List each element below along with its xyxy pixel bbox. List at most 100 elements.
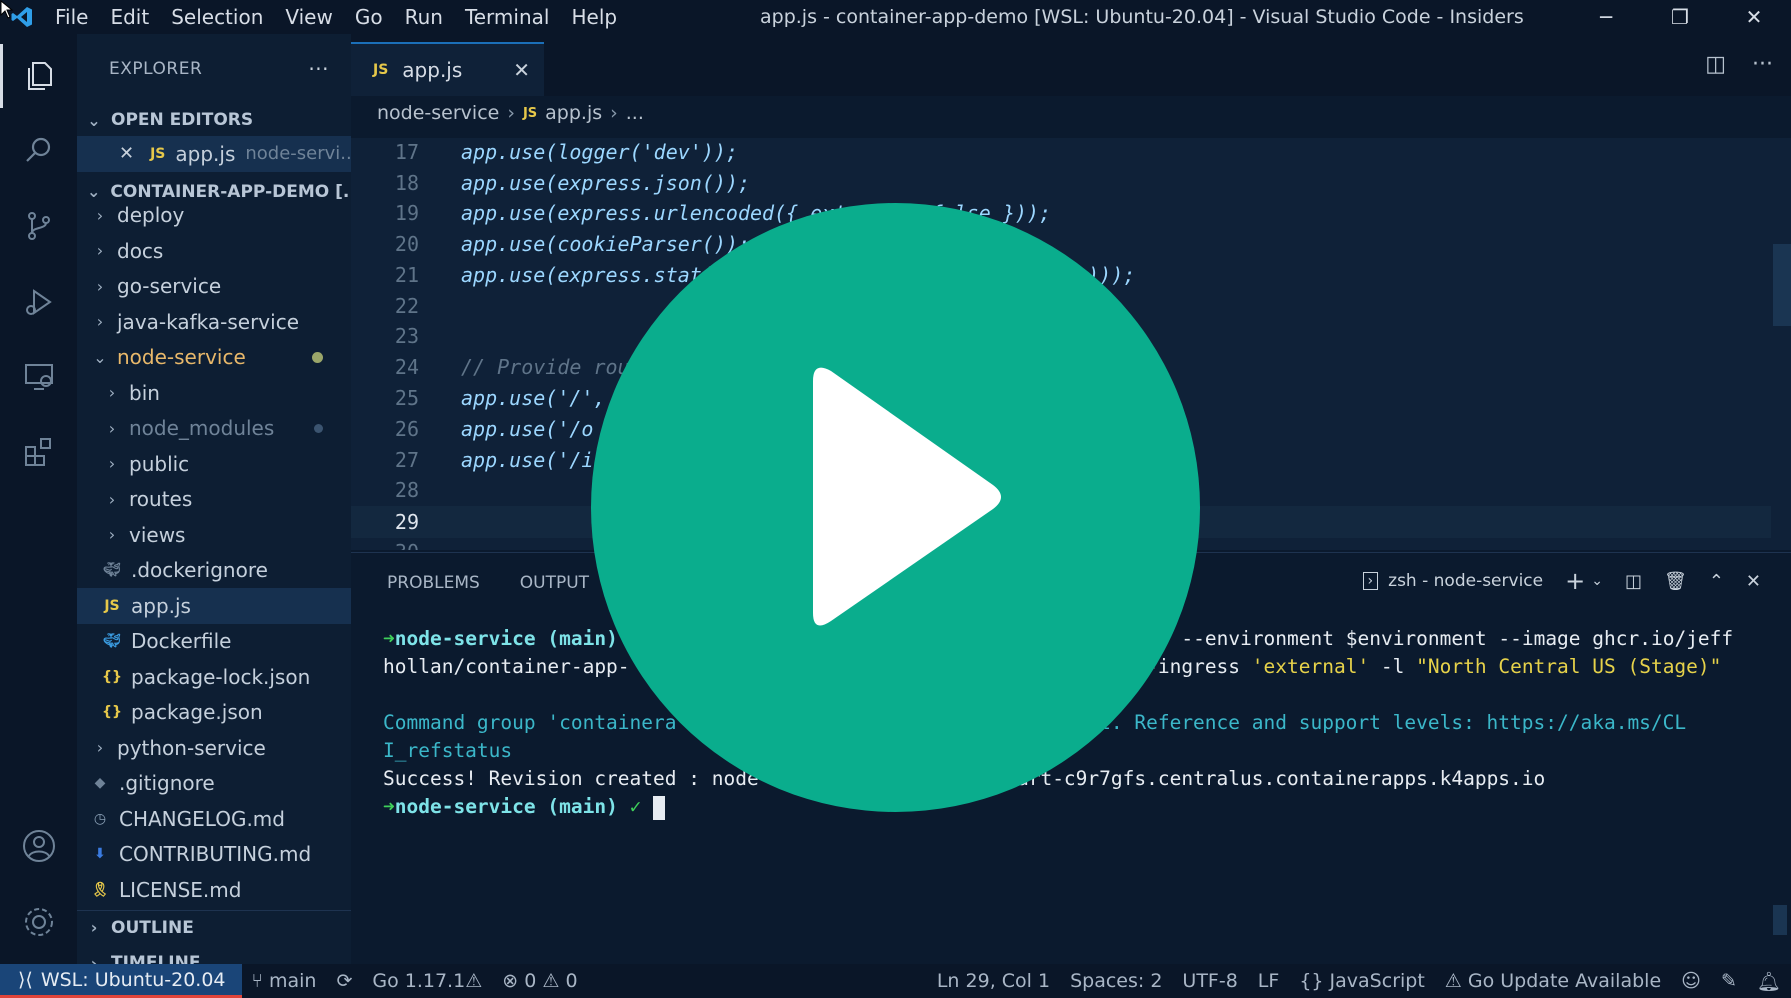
vscode-window: File Edit Selection View Go Run Terminal… [0,0,1791,998]
new-terminal-icon[interactable]: + [1565,567,1585,595]
more-actions-icon[interactable]: ··· [308,57,329,81]
indentation[interactable]: Spaces: 2 [1060,970,1172,992]
menu-file[interactable]: File [44,5,99,29]
encoding[interactable]: UTF-8 [1172,970,1247,992]
menu-view[interactable]: View [274,5,343,29]
tree-item-public[interactable]: › public [77,446,351,482]
tree-label: Dockerfile [131,629,232,654]
notifications-bell-icon[interactable]: 🔔︎ [1747,970,1791,993]
editor-scrollbar[interactable] [1773,244,1791,326]
remote-explorer-icon[interactable] [0,344,77,408]
cursor-position[interactable]: Ln 29, Col 1 [927,970,1060,992]
tree-item-python-service[interactable]: › python-service [77,730,351,766]
extensions-icon[interactable] [0,420,77,484]
split-editor-icon[interactable]: ◫ [1705,52,1726,77]
tree-item-node-service[interactable]: ⌄ node-service [77,340,351,376]
menu-terminal[interactable]: Terminal [454,5,561,29]
remote-label: WSL: Ubuntu-20.04 [40,968,226,991]
end-of-line[interactable]: LF [1248,970,1290,992]
line-number: 27 [394,448,419,472]
tree-item-go-service[interactable]: › go-service [77,269,351,305]
go-update-item[interactable]: ⚠ Go Update Available [1435,970,1671,992]
tree-item-deploy[interactable]: › deploy [77,198,351,234]
tree-label: routes [129,487,193,512]
tab-problems[interactable]: PROBLEMS [387,573,480,593]
outline-section[interactable]: › OUTLINE [77,910,351,944]
chevron-down-icon[interactable]: ⌄ [1591,573,1603,589]
close-editor-icon[interactable]: ✕ [119,143,134,164]
docker-icon: 🐳︎ [103,633,121,650]
settings-gear-icon[interactable] [0,890,77,954]
branch-item[interactable]: ⑂ main [242,970,327,992]
tab-output[interactable]: OUTPUT [520,573,589,593]
terminal-text: --environment $environment --image ghcr.… [1181,627,1734,650]
js-file-icon: JS [373,62,389,78]
chevron-right-icon: › [108,454,116,474]
tab-app-js[interactable]: JS app.js ✕ [351,42,544,96]
line-number: 29 [394,510,419,534]
tree-item-contributing[interactable]: ⬇ CONTRIBUTING.md [77,837,351,873]
run-debug-icon[interactable] [0,270,77,334]
tree-item-node-modules[interactable]: › node_modules [77,411,351,447]
close-tab-icon[interactable]: ✕ [513,58,530,82]
copilot-icon[interactable]: ☺ [1671,970,1711,992]
menu-run[interactable]: Run [394,5,454,29]
maximize-panel-icon[interactable]: ⌃ [1709,571,1724,592]
restore-button[interactable]: ❐ [1643,0,1717,34]
menu-edit[interactable]: Edit [99,5,160,29]
timeline-section[interactable]: › TIMELINE [77,946,351,964]
menu-selection[interactable]: Selection [160,5,274,29]
tree-item-views[interactable]: › views [77,517,351,553]
license-icon: 🎗︎ [91,881,109,898]
feedback-icon[interactable]: ✎ [1711,970,1747,992]
tree-item-bin[interactable]: › bin [77,375,351,411]
tree-item-dockerfile[interactable]: 🐳︎ Dockerfile [77,624,351,660]
chevron-right-icon: › [507,102,515,124]
warning-icon: ⚠ [465,970,483,992]
problems-item[interactable]: ⊗ 0 ⚠ 0 [492,970,587,992]
remote-icon: ⟩⟨ [18,968,33,991]
tree-item-app-js[interactable]: JS app.js [77,588,351,624]
tree-item-changelog[interactable]: ◷ CHANGELOG.md [77,801,351,837]
remote-indicator[interactable]: ⟩⟨ WSL: Ubuntu-20.04 [0,964,242,998]
minimize-button[interactable]: ─ [1569,0,1643,34]
tree-item-package-lock[interactable]: {} package-lock.json [77,659,351,695]
tree-item-java-kafka-service[interactable]: › java-kafka-service [77,304,351,340]
accounts-icon[interactable] [0,814,77,878]
open-editor-path: node-servi... [245,143,351,165]
markdown-icon: ⬇ [94,846,106,863]
files-icon[interactable] [0,44,77,108]
window-title: app.js - container-app-demo [WSL: Ubuntu… [760,6,1524,28]
modified-dot [312,351,323,363]
close-window-button[interactable]: ✕ [1717,0,1791,34]
tab-label: app.js [402,58,463,82]
sync-icon[interactable]: ⟳ [326,970,362,992]
play-button[interactable] [591,203,1200,812]
status-bar: ⟩⟨ WSL: Ubuntu-20.04 ⑂ main ⟳ Go 1.17.1⚠… [0,964,1791,998]
chevron-right-icon: › [96,738,104,758]
tree-item-dockerignore[interactable]: 🐳︎ .dockerignore [77,553,351,589]
open-editors-section[interactable]: ⌄ OPEN EDITORS [77,104,351,136]
terminal-name[interactable]: zsh - node-service [1388,571,1543,591]
trash-icon[interactable]: 🗑︎ [1664,571,1687,592]
terminal-scrollbar[interactable] [1773,905,1787,935]
tree-item-license[interactable]: 🎗︎ LICENSE.md [77,872,351,908]
search-icon[interactable] [0,118,77,182]
go-version-item[interactable]: Go 1.17.1⚠ [362,970,492,992]
tree-item-docs[interactable]: › docs [77,233,351,269]
more-actions-icon[interactable]: ··· [1752,52,1773,77]
breadcrumb-file[interactable]: app.js [545,102,602,124]
tree-item-gitignore[interactable]: ◆ .gitignore [77,766,351,802]
source-control-icon[interactable] [0,194,77,258]
language-mode[interactable]: {} JavaScript [1289,970,1434,992]
tree-item-package-json[interactable]: {} package.json [77,695,351,731]
tree-item-routes[interactable]: › routes [77,482,351,518]
menu-help[interactable]: Help [560,5,628,29]
close-panel-icon[interactable]: ✕ [1746,571,1761,592]
breadcrumb-more[interactable]: ... [626,102,644,124]
open-editor-item[interactable]: ✕ JS app.js node-servi... [77,136,351,172]
breadcrumb-folder[interactable]: node-service [377,102,499,124]
menu-go[interactable]: Go [344,5,394,29]
timeline-label: TIMELINE [111,953,201,964]
split-terminal-icon[interactable]: ◫ [1625,571,1642,592]
